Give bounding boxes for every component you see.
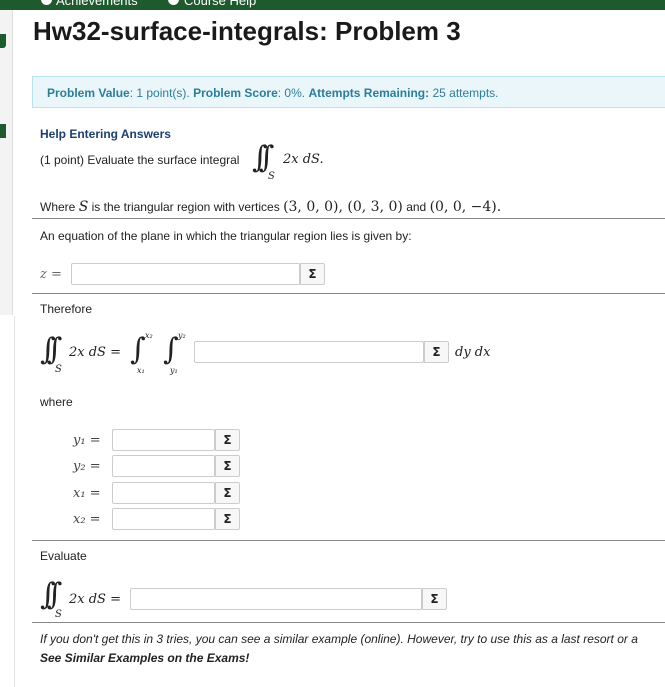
vertices: (3, 0, 0), (0, 3, 0) (283, 199, 403, 215)
footer-hint: If you don't get this in 3 tries, you ca… (40, 632, 638, 646)
lower-limit-x1: x₁ (137, 366, 145, 375)
vertex-last: (0, 0, −4). (429, 199, 502, 215)
inner-integral-symbol: ∫ (163, 332, 178, 367)
attempts-label: Attempts Remaining: (308, 86, 430, 100)
sidebar-tab-marker[interactable] (0, 124, 6, 138)
nav-achievements-link[interactable]: Achievements (56, 0, 138, 8)
upper-limit-y2: y₂ (178, 331, 186, 340)
upper-limit-x2: x₂ (145, 331, 153, 340)
z-label: z = (40, 267, 62, 282)
prompt-text: (1 point) Evaluate the surface integral (40, 153, 240, 167)
region-text: Where S is the triangular region with ve… (40, 199, 501, 215)
score-text: : 0%. (277, 86, 309, 100)
vertices-and: and (406, 200, 427, 214)
page-title: Hw32-surface-integrals: Problem 3 (33, 16, 461, 46)
equation-editor-button[interactable]: Σ (422, 588, 447, 610)
problem-info-banner: Problem Value: 1 point(s). Problem Score… (32, 76, 665, 108)
region-symbol: S (78, 199, 89, 215)
x2-input[interactable] (112, 508, 215, 530)
integrand: 2x dS = (69, 592, 121, 607)
x1-label: x₁ = (73, 486, 101, 501)
region-subscript: S (55, 609, 62, 620)
evaluate-text: Evaluate (40, 549, 87, 563)
surface-integral-symbol: ∫∫ (252, 140, 274, 175)
outer-integral-symbol: ∫ (130, 332, 145, 367)
equation-editor-button[interactable]: Σ (215, 455, 240, 477)
x2-label: x₂ = (73, 512, 101, 527)
where-text: where (40, 395, 73, 409)
plane-text: An equation of the plane in which the tr… (40, 229, 412, 243)
integrand: 2x dS = (69, 345, 121, 360)
z-input[interactable] (71, 263, 300, 285)
y1-input[interactable] (112, 429, 215, 451)
top-nav-bar: Achievements Course Help (0, 0, 665, 10)
y1-label: y₁ = (73, 433, 101, 448)
region-subscript: S (268, 171, 275, 182)
sidebar (0, 10, 13, 315)
divider (32, 622, 665, 623)
equation-editor-button[interactable]: Σ (300, 263, 325, 285)
equation-editor-button[interactable]: Σ (215, 429, 240, 451)
attempts-text: 25 attempts. (429, 86, 499, 100)
region-subscript: S (55, 364, 62, 375)
equation-editor-button[interactable]: Σ (215, 508, 240, 530)
lower-limit-y1: y₁ (170, 366, 178, 375)
therefore-text: Therefore (40, 302, 93, 316)
achievements-icon (41, 0, 52, 5)
dydx-text: dy dx (455, 345, 491, 360)
y2-label: y₂ = (73, 459, 101, 474)
footer-hint-bold: See Similar Examples on the Exams! (40, 651, 250, 665)
divider (14, 316, 15, 687)
surface-integral-symbol: ∫∫ (40, 332, 62, 367)
equation-editor-button[interactable]: Σ (215, 482, 240, 504)
value-label: Problem Value (47, 86, 130, 100)
surface-integral-symbol: ∫∫ (40, 577, 62, 612)
help-entering-answers-link[interactable]: Help Entering Answers (40, 127, 171, 141)
help-icon (168, 0, 179, 5)
nav-course-help-link[interactable]: Course Help (184, 0, 256, 8)
integrand: 2x dS. (283, 152, 324, 167)
equation-editor-button[interactable]: Σ (424, 341, 449, 363)
value-text: : 1 point(s). (129, 86, 194, 100)
y2-input[interactable] (112, 455, 215, 477)
region-description: is the triangular region with vertices (91, 200, 280, 214)
final-answer-input[interactable] (130, 588, 422, 610)
divider (32, 218, 665, 219)
score-label: Problem Score (193, 86, 278, 100)
integrand-input[interactable] (194, 341, 424, 363)
sidebar-tab-marker[interactable] (0, 34, 6, 48)
x1-input[interactable] (112, 482, 215, 504)
divider (32, 293, 665, 294)
divider (32, 540, 665, 541)
region-where: Where (40, 200, 76, 214)
